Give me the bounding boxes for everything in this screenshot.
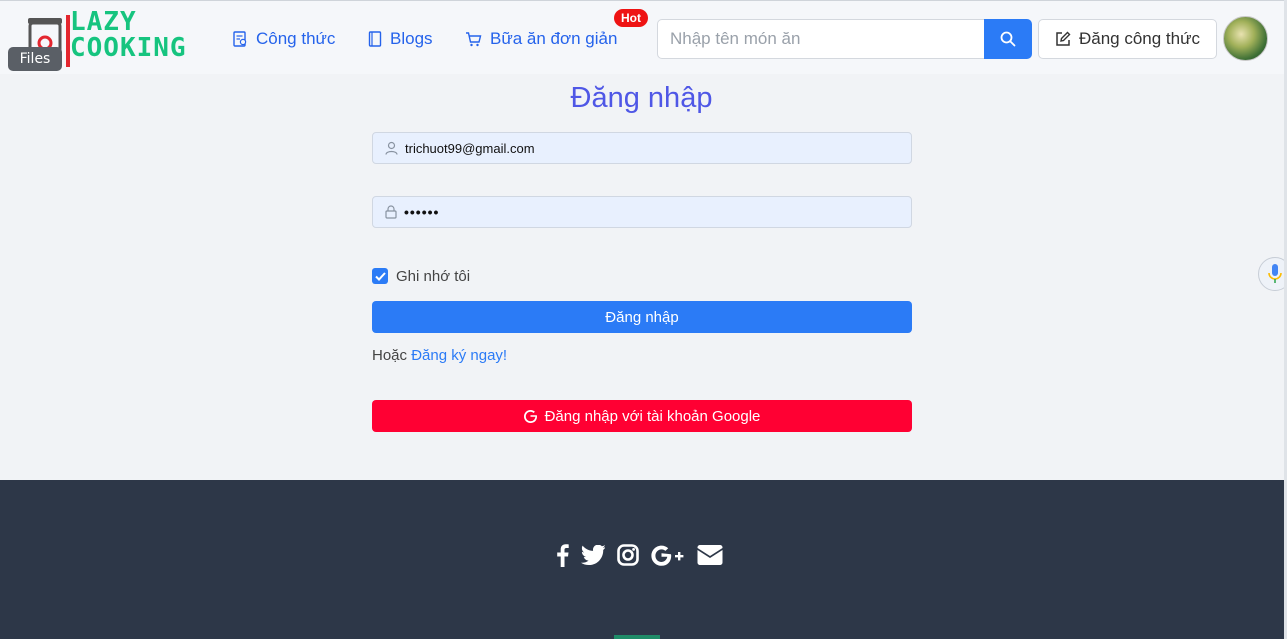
microphone-icon: [1268, 264, 1282, 283]
register-link[interactable]: Đăng ký ngay!: [411, 347, 507, 364]
page-title: Đăng nhập: [570, 82, 713, 114]
remember-checkbox[interactable]: [372, 268, 388, 284]
search-icon: [1000, 31, 1016, 47]
footer: [0, 480, 1287, 639]
cart-icon: [466, 32, 482, 47]
hot-badge: Hot: [614, 9, 648, 27]
files-badge[interactable]: Files: [8, 47, 62, 71]
nav-bua-an-don-gian[interactable]: Bữa ăn đơn giản: [465, 27, 617, 51]
nav-blogs[interactable]: Blogs: [368, 27, 433, 51]
post-recipe-label: Đăng công thức: [1078, 29, 1200, 48]
header: LAZY COOKING Files Công thức Blogs Bữa ă…: [0, 0, 1287, 74]
nav-cong-thuc[interactable]: Công thức: [232, 27, 335, 51]
nav-label: Bữa ăn đơn giản: [490, 29, 618, 48]
register-prompt: Hoặc Đăng ký ngay!: [372, 347, 507, 364]
nav-label: Blogs: [390, 29, 433, 48]
logo-line-2: COOKING: [70, 33, 187, 63]
remember-label: Ghi nhớ tôi: [396, 267, 471, 285]
google-login-button[interactable]: Đăng nhập với tài khoản Google: [372, 400, 912, 432]
google-login-label: Đăng nhập với tài khoản Google: [544, 407, 761, 425]
microphone-button[interactable]: [1258, 257, 1287, 291]
edit-icon: [1056, 31, 1071, 46]
email-field[interactable]: trichuot99@gmail.com: [372, 132, 912, 164]
email-value: trichuot99@gmail.com: [405, 140, 535, 156]
post-recipe-button[interactable]: Đăng công thức: [1038, 19, 1217, 59]
instagram-icon[interactable]: [617, 544, 639, 566]
envelope-icon[interactable]: [697, 545, 723, 565]
password-field[interactable]: ••••••: [372, 196, 912, 228]
or-text: Hoặc: [372, 347, 412, 364]
search-button[interactable]: [984, 19, 1032, 59]
password-value: ••••••: [404, 204, 440, 220]
logo-line-1: LAZY: [70, 7, 137, 37]
logo-text: LAZY COOKING: [70, 9, 187, 61]
twitter-icon[interactable]: [581, 545, 605, 565]
user-icon: [385, 141, 398, 155]
remember-me[interactable]: Ghi nhớ tôi: [372, 267, 470, 285]
check-icon: [374, 271, 386, 281]
facebook-icon[interactable]: [556, 543, 569, 567]
nav-label: Công thức: [256, 29, 336, 48]
social-links: [556, 543, 735, 567]
google-plus-icon[interactable]: [651, 544, 685, 566]
avatar[interactable]: [1223, 16, 1268, 61]
lock-icon: [385, 205, 397, 219]
recipe-icon: [233, 31, 247, 47]
footer-accent: [614, 635, 660, 639]
google-icon: [523, 409, 537, 423]
login-button[interactable]: Đăng nhập: [372, 301, 912, 333]
search-input[interactable]: Nhập tên món ăn: [657, 19, 985, 59]
book-icon: [368, 31, 382, 47]
